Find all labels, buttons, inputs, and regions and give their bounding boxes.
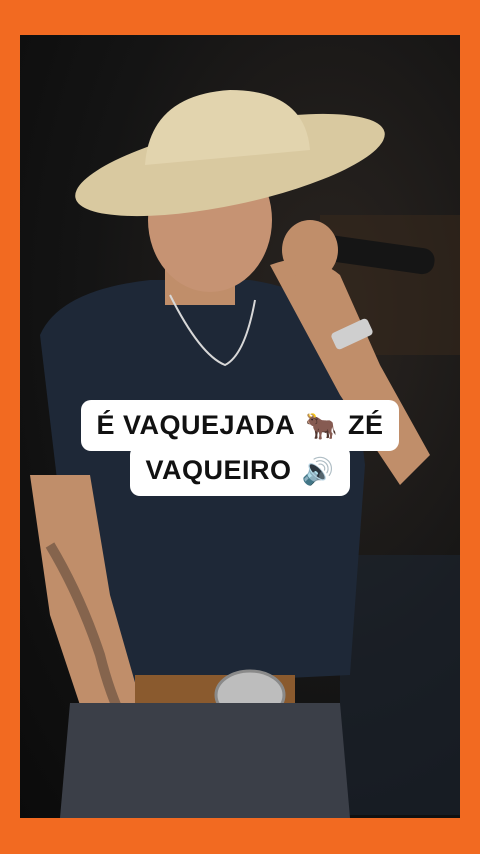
caption-text-1: É VAQUEJADA xyxy=(96,410,296,440)
hand-holding-mic xyxy=(282,220,338,280)
crowd-shadow xyxy=(340,555,460,815)
caption-text-2: VAQUEIRO xyxy=(145,455,292,485)
jeans xyxy=(60,703,350,818)
video-frame[interactable]: É VAQUEJADA 🐂 ZÉ VAQUEIRO 🔊 xyxy=(20,35,460,818)
caption-line-1: É VAQUEJADA 🐂 ZÉ xyxy=(80,400,400,451)
caption-line-2: VAQUEIRO 🔊 xyxy=(129,445,351,496)
bull-emoji-icon: 🐂 xyxy=(305,410,338,441)
speaker-emoji-icon: 🔊 xyxy=(301,455,335,486)
video-caption: É VAQUEJADA 🐂 ZÉ VAQUEIRO 🔊 xyxy=(20,400,460,496)
caption-text-1-tail: ZÉ xyxy=(347,410,384,440)
